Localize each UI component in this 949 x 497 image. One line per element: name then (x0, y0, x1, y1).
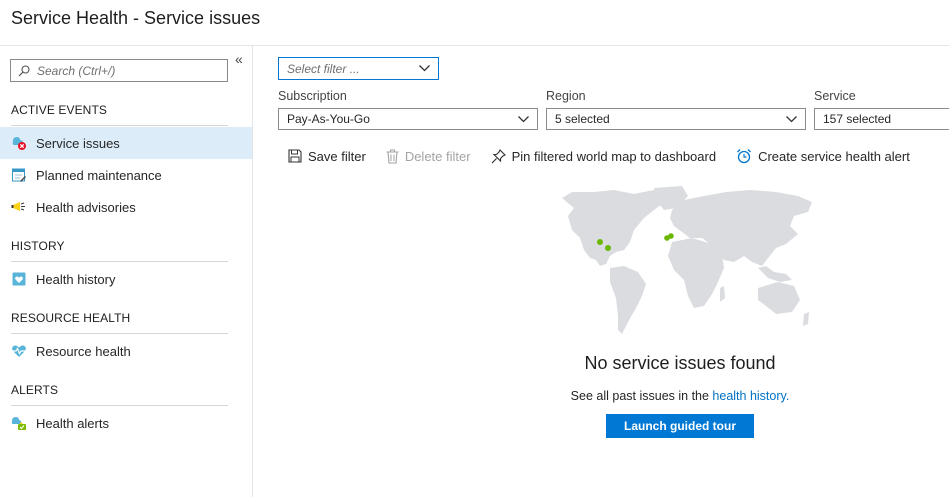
sidebar-item-planned-maintenance[interactable]: Planned maintenance (0, 159, 252, 191)
sidebar-item-label: Planned maintenance (36, 167, 162, 183)
toolbar: Save filter Delete filter Pin filtered w… (288, 145, 930, 167)
launch-guided-tour-button[interactable]: Launch guided tour (606, 414, 754, 438)
health-history-link[interactable]: health history. (712, 389, 789, 403)
main-content: Select filter ... Subscription Pay-As-Yo… (254, 46, 949, 497)
select-filter-dropdown[interactable]: Select filter ... (278, 57, 439, 80)
sidebar-item-label: Health alerts (36, 415, 109, 431)
health-advisories-icon (11, 199, 27, 215)
create-alert-button[interactable]: Create service health alert (736, 148, 910, 164)
save-icon (288, 149, 302, 163)
map-north-america (562, 190, 666, 266)
section-heading-alerts: ALERTS (11, 383, 228, 406)
map-status-dot (605, 245, 611, 251)
section-heading-resource-health: RESOURCE HEALTH (11, 311, 228, 334)
empty-state-subtitle: See all past issues in the health histor… (554, 389, 806, 403)
collapse-sidebar-button[interactable]: « (235, 51, 243, 67)
map-madagascar (720, 286, 725, 302)
region-label: Region (546, 89, 586, 103)
map-south-america (610, 266, 646, 334)
chevron-down-icon (786, 115, 797, 122)
create-alert-label: Create service health alert (758, 148, 910, 164)
health-history-icon (11, 271, 27, 287)
subscription-label: Subscription (278, 89, 347, 103)
section-heading-history: HISTORY (11, 239, 228, 262)
save-filter-button[interactable]: Save filter (288, 149, 366, 164)
pin-map-label: Pin filtered world map to dashboard (511, 148, 717, 164)
service-label: Service (814, 89, 856, 103)
resource-health-icon (11, 343, 27, 359)
save-filter-label: Save filter (308, 148, 366, 164)
chevron-down-icon (419, 65, 430, 72)
map-status-dot (597, 239, 603, 245)
map-australia (758, 282, 800, 314)
health-alerts-icon (11, 415, 27, 431)
sidebar-item-label: Service issues (36, 135, 120, 151)
sidebar-item-health-alerts[interactable]: Health alerts (0, 407, 252, 439)
section-heading-active-events: ACTIVE EVENTS (11, 103, 228, 126)
sidebar: « ACTIVE EVENTS Service issues Pla (0, 46, 253, 497)
sidebar-item-label: Health advisories (36, 199, 136, 215)
planned-maintenance-icon (11, 167, 27, 183)
delete-filter-label: Delete filter (404, 148, 471, 164)
search-icon (18, 64, 30, 76)
world-map (562, 186, 812, 334)
empty-state-title: No service issues found (584, 353, 776, 373)
map-southeast-asia (758, 266, 792, 282)
select-filter-placeholder: Select filter ... (287, 61, 360, 76)
title-bar: Service Health - Service issues (0, 0, 949, 46)
map-new-zealand (803, 312, 809, 326)
service-issues-icon (11, 135, 27, 151)
sidebar-item-health-advisories[interactable]: Health advisories (0, 191, 252, 223)
trash-icon (386, 148, 399, 164)
region-dropdown[interactable]: 5 selected (546, 108, 806, 130)
alarm-clock-icon (736, 148, 752, 164)
pin-icon (491, 148, 506, 164)
chevron-down-icon (518, 115, 529, 122)
pin-map-button[interactable]: Pin filtered world map to dashboard (491, 148, 717, 164)
sidebar-item-label: Health history (36, 271, 116, 287)
empty-state-subtitle-text: See all past issues in the (570, 389, 713, 403)
sidebar-item-health-history[interactable]: Health history (0, 263, 252, 295)
subscription-value: Pay-As-You-Go (287, 112, 370, 126)
service-value: 157 selected (823, 112, 892, 126)
sidebar-item-service-issues[interactable]: Service issues (0, 127, 252, 159)
page-title: Service Health - Service issues (11, 8, 261, 28)
map-status-dot (668, 233, 674, 239)
sidebar-item-label: Resource health (36, 343, 131, 359)
sidebar-item-resource-health[interactable]: Resource health (0, 335, 252, 367)
map-africa (668, 238, 724, 308)
delete-filter-button[interactable]: Delete filter (386, 149, 471, 164)
search-box[interactable] (10, 59, 228, 82)
region-value: 5 selected (555, 112, 610, 126)
service-dropdown[interactable]: 157 selected (814, 108, 949, 130)
subscription-dropdown[interactable]: Pay-As-You-Go (278, 108, 538, 130)
search-input[interactable] (37, 63, 217, 78)
